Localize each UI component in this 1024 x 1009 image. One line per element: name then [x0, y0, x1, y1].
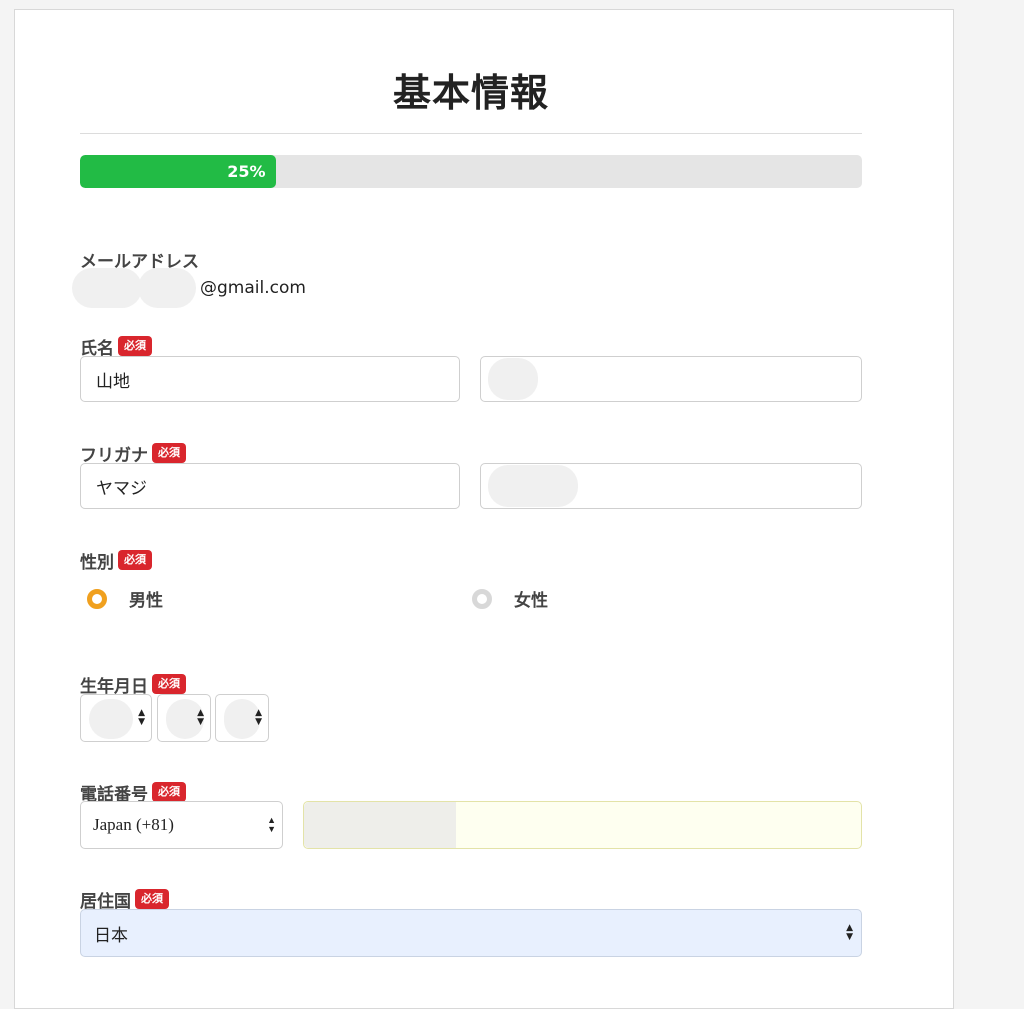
select-arrows-icon: ▲ ▼	[846, 923, 853, 942]
kana-label: フリガナ 必須	[80, 441, 186, 466]
redacted-first-name-kana	[488, 465, 578, 507]
gender-option-male[interactable]: 男性	[87, 586, 163, 611]
birthdate-label: 生年月日 必須	[80, 672, 186, 697]
required-badge: 必須	[118, 550, 152, 570]
required-badge: 必須	[152, 782, 186, 802]
select-arrows-icon: ▲ ▼	[255, 708, 262, 727]
page-title: 基本情報	[392, 71, 549, 115]
email-domain: @gmail.com	[200, 278, 306, 298]
required-badge: 必須	[152, 674, 186, 694]
first-name-kana-input[interactable]	[480, 463, 862, 509]
birth-year-select[interactable]: ▲ ▼	[80, 694, 152, 742]
redacted-first-name	[488, 358, 538, 400]
redacted-email-part	[138, 268, 196, 308]
radio-selected-icon[interactable]	[87, 588, 107, 609]
first-name-input[interactable]	[480, 356, 862, 402]
progress-bar: 25%	[80, 155, 862, 188]
select-arrows-icon: ▲ ▼	[197, 708, 204, 727]
required-badge: 必須	[152, 443, 186, 463]
residence-label: 居住国 必須	[80, 887, 169, 912]
last-name-kana-input[interactable]: ヤマジ	[80, 463, 460, 509]
redacted-email-part	[72, 268, 142, 308]
birth-month-select[interactable]: ▲ ▼	[157, 694, 211, 742]
required-badge: 必須	[118, 336, 152, 356]
select-arrows-icon: ▲ ▼	[267, 815, 276, 834]
radio-unselected-icon[interactable]	[472, 588, 492, 609]
residence-country-select[interactable]: 日本 ▲ ▼	[80, 909, 862, 957]
last-name-input[interactable]: 山地	[80, 356, 460, 402]
country-code-select[interactable]: Japan (+81) ▲ ▼	[80, 801, 283, 849]
phone-number-input[interactable]	[303, 801, 862, 849]
title-divider	[80, 133, 862, 134]
email-value: @gmail.com	[72, 268, 306, 308]
select-arrows-icon: ▲ ▼	[138, 708, 145, 727]
progress-label: 25%	[227, 162, 266, 181]
progress-fill: 25%	[80, 155, 276, 188]
name-label: 氏名 必須	[80, 334, 152, 359]
required-badge: 必須	[135, 889, 169, 909]
gender-label: 性別 必須	[80, 548, 152, 573]
birth-day-select[interactable]: ▲ ▼	[215, 694, 269, 742]
gender-option-female[interactable]: 女性	[472, 586, 548, 611]
redacted-phone-number	[304, 802, 456, 848]
redacted-year	[89, 699, 133, 739]
